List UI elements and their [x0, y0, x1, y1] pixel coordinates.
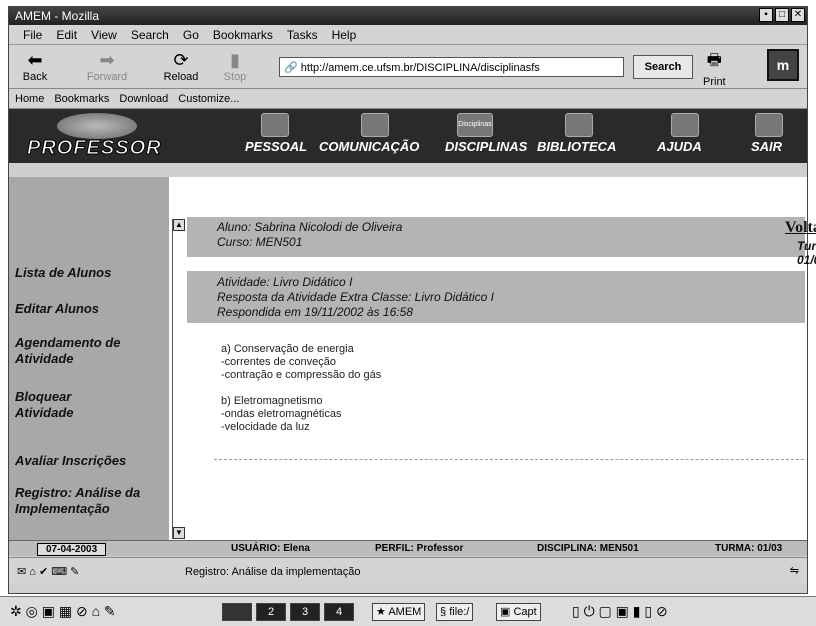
turma-label: Turma: 01/03 — [797, 239, 816, 267]
scroll-down-icon[interactable]: ▼ — [173, 527, 185, 539]
activity-date: Respondida em 19/11/2002 às 16:58 — [217, 305, 413, 319]
browser-status-bar: ✉ ⌂ ✔ ⌨ ✎ Registro: Análise da implement… — [9, 557, 807, 585]
answer-line: -ondas eletromagnéticas — [221, 408, 342, 420]
answer-line: b) Eletromagnetismo — [221, 395, 323, 407]
scroll-up-icon[interactable]: ▲ — [173, 219, 185, 231]
divider — [214, 459, 804, 460]
task-amem[interactable]: ★ AMEM — [372, 603, 426, 621]
content-area: Lista de Alunos Editar Alunos Agendament… — [9, 177, 816, 540]
answer-line: -correntes de conveção — [221, 356, 336, 368]
sidebar-item-registro[interactable]: Registro: Análise da Implementação — [15, 485, 175, 517]
activity-info-band: Atividade: Livro Didático I Resposta da … — [187, 271, 805, 323]
student-course: Curso: MEN501 — [217, 235, 303, 249]
answer-spacer — [221, 382, 381, 395]
page-area: Lista de Alunos Editar Alunos Agendament… — [8, 0, 816, 626]
disciplina-label: DISCIPLINA: MEN501 — [537, 543, 639, 554]
voltar-link[interactable]: Voltar — [785, 219, 816, 237]
student-info-band: Aluno: Sabrina Nicolodi de Oliveira Curs… — [187, 217, 816, 267]
activity-title: Atividade: Livro Didático I — [217, 275, 353, 289]
sidebar: Lista de Alunos Editar Alunos Agendament… — [9, 177, 169, 540]
task-capture[interactable]: ▣ Capt — [496, 603, 541, 621]
student-name: Aluno: Sabrina Nicolodi de Oliveira — [217, 220, 403, 234]
date-badge: 07-04-2003 — [37, 543, 107, 556]
sidebar-item-agendamento[interactable]: Agendamento de Atividade — [15, 335, 165, 367]
answer-line: -velocidade da luz — [221, 421, 310, 433]
sidebar-scrollbar[interactable]: ▲ ▼ — [172, 219, 185, 539]
answer-line: -contração e compressão do gás — [221, 369, 382, 381]
sidebar-item-bloquear[interactable]: Bloquear Atividade — [15, 389, 125, 421]
sidebar-item-lista-alunos[interactable]: Lista de Alunos — [15, 265, 111, 281]
perfil-label: PERFIL: Professor — [375, 543, 464, 554]
answer-text: a) Conservação de energia -correntes de … — [221, 343, 381, 434]
session-status-bar: 07-04-2003 USUÁRIO: Elena PERFIL: Profes… — [9, 540, 807, 556]
status-text: Registro: Análise da implementação — [185, 566, 361, 578]
tray-icons: ▯ ⏻ ▢ ▣ ▮ ▯ ⊘ — [572, 603, 668, 619]
task-file[interactable]: § file:/ — [436, 603, 474, 621]
turma-status-label: TURMA: 01/03 — [715, 543, 783, 554]
activity-response: Resposta da Atividade Extra Classe: Livr… — [217, 290, 495, 304]
workspace-4[interactable]: 4 — [324, 603, 354, 621]
quicklaunch-icons: ✲ ◎ ▣ ▦ ⊘ ⌂ ✎ — [10, 603, 116, 619]
status-icons: ✉ ⌂ ✔ ⌨ ✎ — [17, 566, 80, 578]
usuario-label: USUÁRIO: Elena — [231, 543, 310, 554]
answer-line: a) Conservação de energia — [221, 343, 354, 355]
workspace-2[interactable]: 2 — [256, 603, 286, 621]
workspace-3[interactable]: 3 — [290, 603, 320, 621]
sidebar-item-editar-alunos[interactable]: Editar Alunos — [15, 301, 99, 317]
workspace-1[interactable] — [222, 603, 252, 621]
sidebar-item-avaliar[interactable]: Avaliar Inscrições — [15, 453, 126, 469]
connection-icon: ⇋ — [789, 565, 799, 577]
taskbar: ✲ ◎ ▣ ▦ ⊘ ⌂ ✎ 2 3 4 ★ AMEM § file:/ ▣ Ca… — [0, 596, 816, 626]
